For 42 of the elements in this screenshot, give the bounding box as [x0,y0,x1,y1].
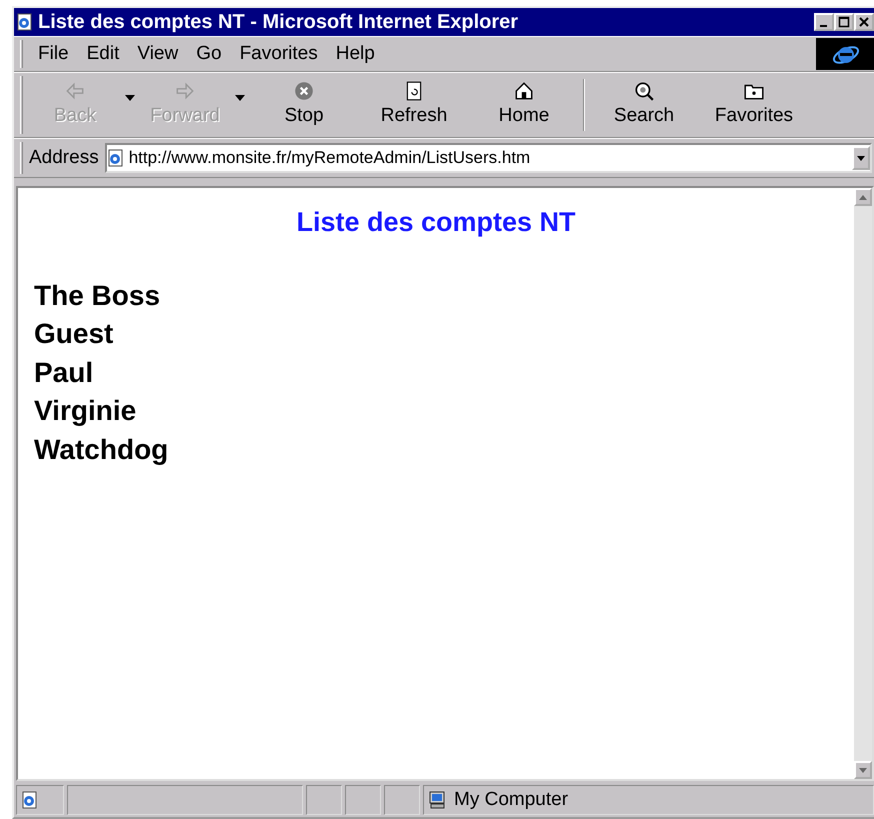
close-button[interactable] [854,13,874,31]
arrow-icon [859,768,867,772]
status-panel [384,785,420,815]
toolbar-button[interactable]: Refresh [359,78,469,132]
toolbar-button[interactable]: Stop [249,78,359,132]
minimize-icon [820,25,827,27]
user-name: Guest [34,317,114,351]
menu-item[interactable]: Favorites [230,40,327,68]
page-heading: Liste des comptes NT [295,206,577,239]
toolbar-button[interactable]: Search [589,78,699,132]
user-name: Virginie [34,394,138,428]
status-panel [345,785,381,815]
menu-item[interactable]: View [128,40,188,68]
close-icon [859,17,869,27]
maximize-button[interactable] [834,13,854,31]
status-panel [306,785,342,815]
user-name: Paul [34,356,94,390]
page-icon [106,149,125,167]
maximize-icon [838,16,850,28]
menu-item[interactable]: Help [326,40,384,68]
app-icon [16,13,34,31]
toolbar-button[interactable]: Favorites [699,78,809,132]
menu-item[interactable]: File [29,40,78,68]
status-zone: My Computer [454,788,568,812]
browser-logo [816,38,874,70]
window-title: Liste des comptes NT - Microsoft Internet Explorer [38,10,520,35]
page-icon [21,791,39,809]
user-name: Watchdog [34,432,170,467]
address-field[interactable]: http://www.monsite.fr/myRemoteAdmin/ListUsers.htm [104,143,872,173]
menu-item[interactable]: Go [187,40,231,68]
dropdown-button[interactable] [852,146,870,170]
toolbar-button[interactable]: Home [469,78,579,132]
address-label: Address [29,146,99,170]
stop-icon [293,80,315,102]
caret-icon [857,156,865,160]
home-icon [513,80,535,102]
arrow-icon [859,194,867,200]
menu-item[interactable]: Edit [78,40,128,68]
search-icon [633,80,655,102]
user-name: The Boss [34,278,162,312]
minimize-button[interactable] [814,13,834,31]
scrollbar[interactable] [854,188,872,779]
